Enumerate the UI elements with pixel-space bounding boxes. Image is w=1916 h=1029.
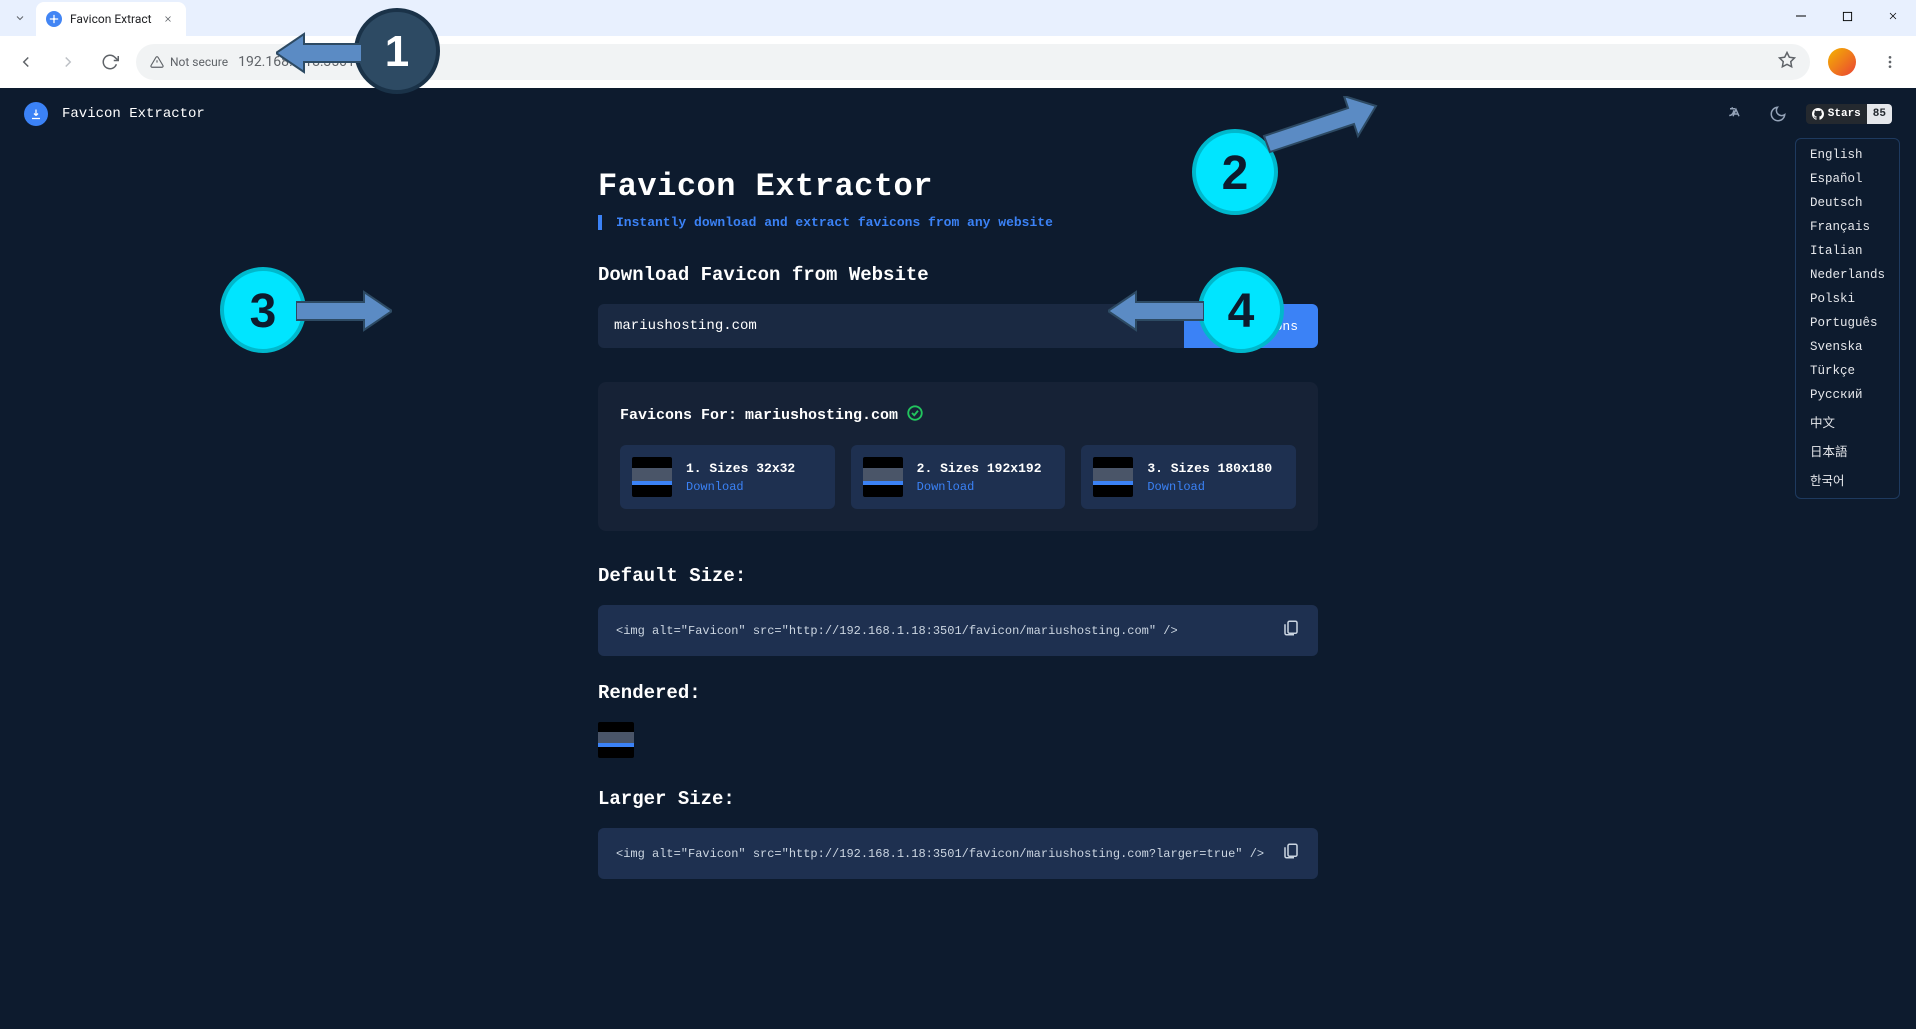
back-button[interactable] xyxy=(10,46,42,78)
language-option[interactable]: 日本語 xyxy=(1796,436,1899,465)
app-header-right: Stars 85 xyxy=(1722,100,1892,128)
brand-icon xyxy=(24,102,48,126)
tab-favicon-icon xyxy=(46,11,62,27)
language-option[interactable]: Português xyxy=(1796,311,1899,335)
warning-icon xyxy=(150,55,164,69)
main-content: Favicon Extractor Instantly download and… xyxy=(598,140,1318,945)
github-badge-count: 85 xyxy=(1867,104,1892,124)
favicon-info: 2. Sizes 192x192 Download xyxy=(917,461,1042,494)
github-badge-label: Stars xyxy=(1806,104,1867,124)
check-icon xyxy=(906,404,924,427)
translate-icon xyxy=(1727,105,1745,123)
brand-name: Favicon Extractor xyxy=(62,106,205,122)
favicon-preview xyxy=(1093,457,1133,497)
favicon-info: 1. Sizes 32x32 Download xyxy=(686,461,795,494)
favicon-size-label: 3. Sizes 180x180 xyxy=(1147,461,1272,476)
default-code-text: <img alt="Favicon" src="http://192.168.1… xyxy=(616,624,1178,638)
security-indicator[interactable]: Not secure xyxy=(150,55,228,69)
clipboard-icon xyxy=(1282,842,1300,860)
language-option[interactable]: Español xyxy=(1796,167,1899,191)
rendered-heading: Rendered: xyxy=(598,682,1318,704)
moon-icon xyxy=(1769,105,1787,123)
window-minimize-button[interactable] xyxy=(1778,0,1824,32)
clipboard-icon xyxy=(1282,619,1300,637)
github-icon xyxy=(1812,108,1824,120)
reload-button[interactable] xyxy=(94,46,126,78)
favicon-size-label: 2. Sizes 192x192 xyxy=(917,461,1042,476)
profile-button[interactable] xyxy=(1828,48,1856,76)
window-controls xyxy=(1778,0,1916,36)
favicon-card: 3. Sizes 180x180 Download xyxy=(1081,445,1296,509)
bookmark-button[interactable] xyxy=(1778,51,1796,73)
copy-button[interactable] xyxy=(1282,619,1300,642)
browser-menu-button[interactable] xyxy=(1874,46,1906,78)
app-header: Favicon Extractor Stars 85 xyxy=(0,88,1916,140)
browser-toolbar: Not secure 192.168.1.18:3501 xyxy=(0,36,1916,88)
window-close-button[interactable] xyxy=(1870,0,1916,32)
favicon-preview xyxy=(863,457,903,497)
address-bar[interactable]: Not secure 192.168.1.18:3501 xyxy=(136,44,1810,80)
rendered-favicon xyxy=(598,722,634,758)
favicon-size-label: 1. Sizes 32x32 xyxy=(686,461,795,476)
results-heading: Favicons For: mariushosting.com xyxy=(620,404,1296,427)
language-option[interactable]: Italian xyxy=(1796,239,1899,263)
tab-title: Favicon Extract xyxy=(70,12,152,26)
language-option[interactable]: Türkçe xyxy=(1796,359,1899,383)
default-size-heading: Default Size: xyxy=(598,565,1318,587)
tab-bar: Favicon Extract xyxy=(0,0,1916,36)
url-text: 192.168.1.18:3501 xyxy=(238,54,355,70)
language-option[interactable]: 中文 xyxy=(1796,407,1899,436)
favicon-card: 2. Sizes 192x192 Download xyxy=(851,445,1066,509)
security-label: Not secure xyxy=(170,55,228,69)
results-domain: mariushosting.com xyxy=(745,407,898,424)
language-option[interactable]: Français xyxy=(1796,215,1899,239)
page-title: Favicon Extractor xyxy=(598,168,1318,205)
language-dropdown: EnglishEspañolDeutschFrançaisItalianNede… xyxy=(1795,138,1900,499)
language-option[interactable]: Svenska xyxy=(1796,335,1899,359)
larger-code-text: <img alt="Favicon" src="http://192.168.1… xyxy=(616,847,1264,861)
favicon-info: 3. Sizes 180x180 Download xyxy=(1147,461,1272,494)
forward-button[interactable] xyxy=(52,46,84,78)
app-viewport: Favicon Extractor Stars 85 EnglishEspaño… xyxy=(0,88,1916,1029)
favicon-preview xyxy=(632,457,672,497)
results-prefix: Favicons For: xyxy=(620,407,737,424)
browser-chrome: Favicon Extract Not secure 192.168.1.18:… xyxy=(0,0,1916,88)
favicon-grid: 1. Sizes 32x32 Download 2. Sizes 192x192… xyxy=(620,445,1296,509)
language-option[interactable]: Nederlands xyxy=(1796,263,1899,287)
favicon-download-link[interactable]: Download xyxy=(917,480,1042,494)
favicon-card: 1. Sizes 32x32 Download xyxy=(620,445,835,509)
page-subtitle: Instantly download and extract favicons … xyxy=(616,215,1318,230)
language-option[interactable]: 한국어 xyxy=(1796,465,1899,494)
language-button[interactable] xyxy=(1722,100,1750,128)
input-row: Get Favicons xyxy=(598,304,1318,348)
language-option[interactable]: Deutsch xyxy=(1796,191,1899,215)
get-favicons-button[interactable]: Get Favicons xyxy=(1184,304,1318,348)
larger-code-block: <img alt="Favicon" src="http://192.168.1… xyxy=(598,828,1318,879)
browser-tab[interactable]: Favicon Extract xyxy=(36,2,186,36)
domain-input[interactable] xyxy=(598,304,1184,348)
favicon-download-link[interactable]: Download xyxy=(1147,480,1272,494)
window-maximize-button[interactable] xyxy=(1824,0,1870,32)
favicon-download-link[interactable]: Download xyxy=(686,480,795,494)
default-code-block: <img alt="Favicon" src="http://192.168.1… xyxy=(598,605,1318,656)
theme-toggle-button[interactable] xyxy=(1764,100,1792,128)
larger-size-heading: Larger Size: xyxy=(598,788,1318,810)
language-option[interactable]: Русский xyxy=(1796,383,1899,407)
language-option[interactable]: Polski xyxy=(1796,287,1899,311)
github-stars-badge[interactable]: Stars 85 xyxy=(1806,104,1892,124)
download-heading: Download Favicon from Website xyxy=(598,264,1318,286)
copy-button[interactable] xyxy=(1282,842,1300,865)
tab-close-button[interactable] xyxy=(160,11,176,27)
subtitle-wrapper: Instantly download and extract favicons … xyxy=(598,215,1318,230)
results-panel: Favicons For: mariushosting.com 1. Sizes… xyxy=(598,382,1318,531)
language-option[interactable]: English xyxy=(1796,143,1899,167)
tab-search-dropdown[interactable] xyxy=(8,6,32,30)
app-brand[interactable]: Favicon Extractor xyxy=(24,102,205,126)
